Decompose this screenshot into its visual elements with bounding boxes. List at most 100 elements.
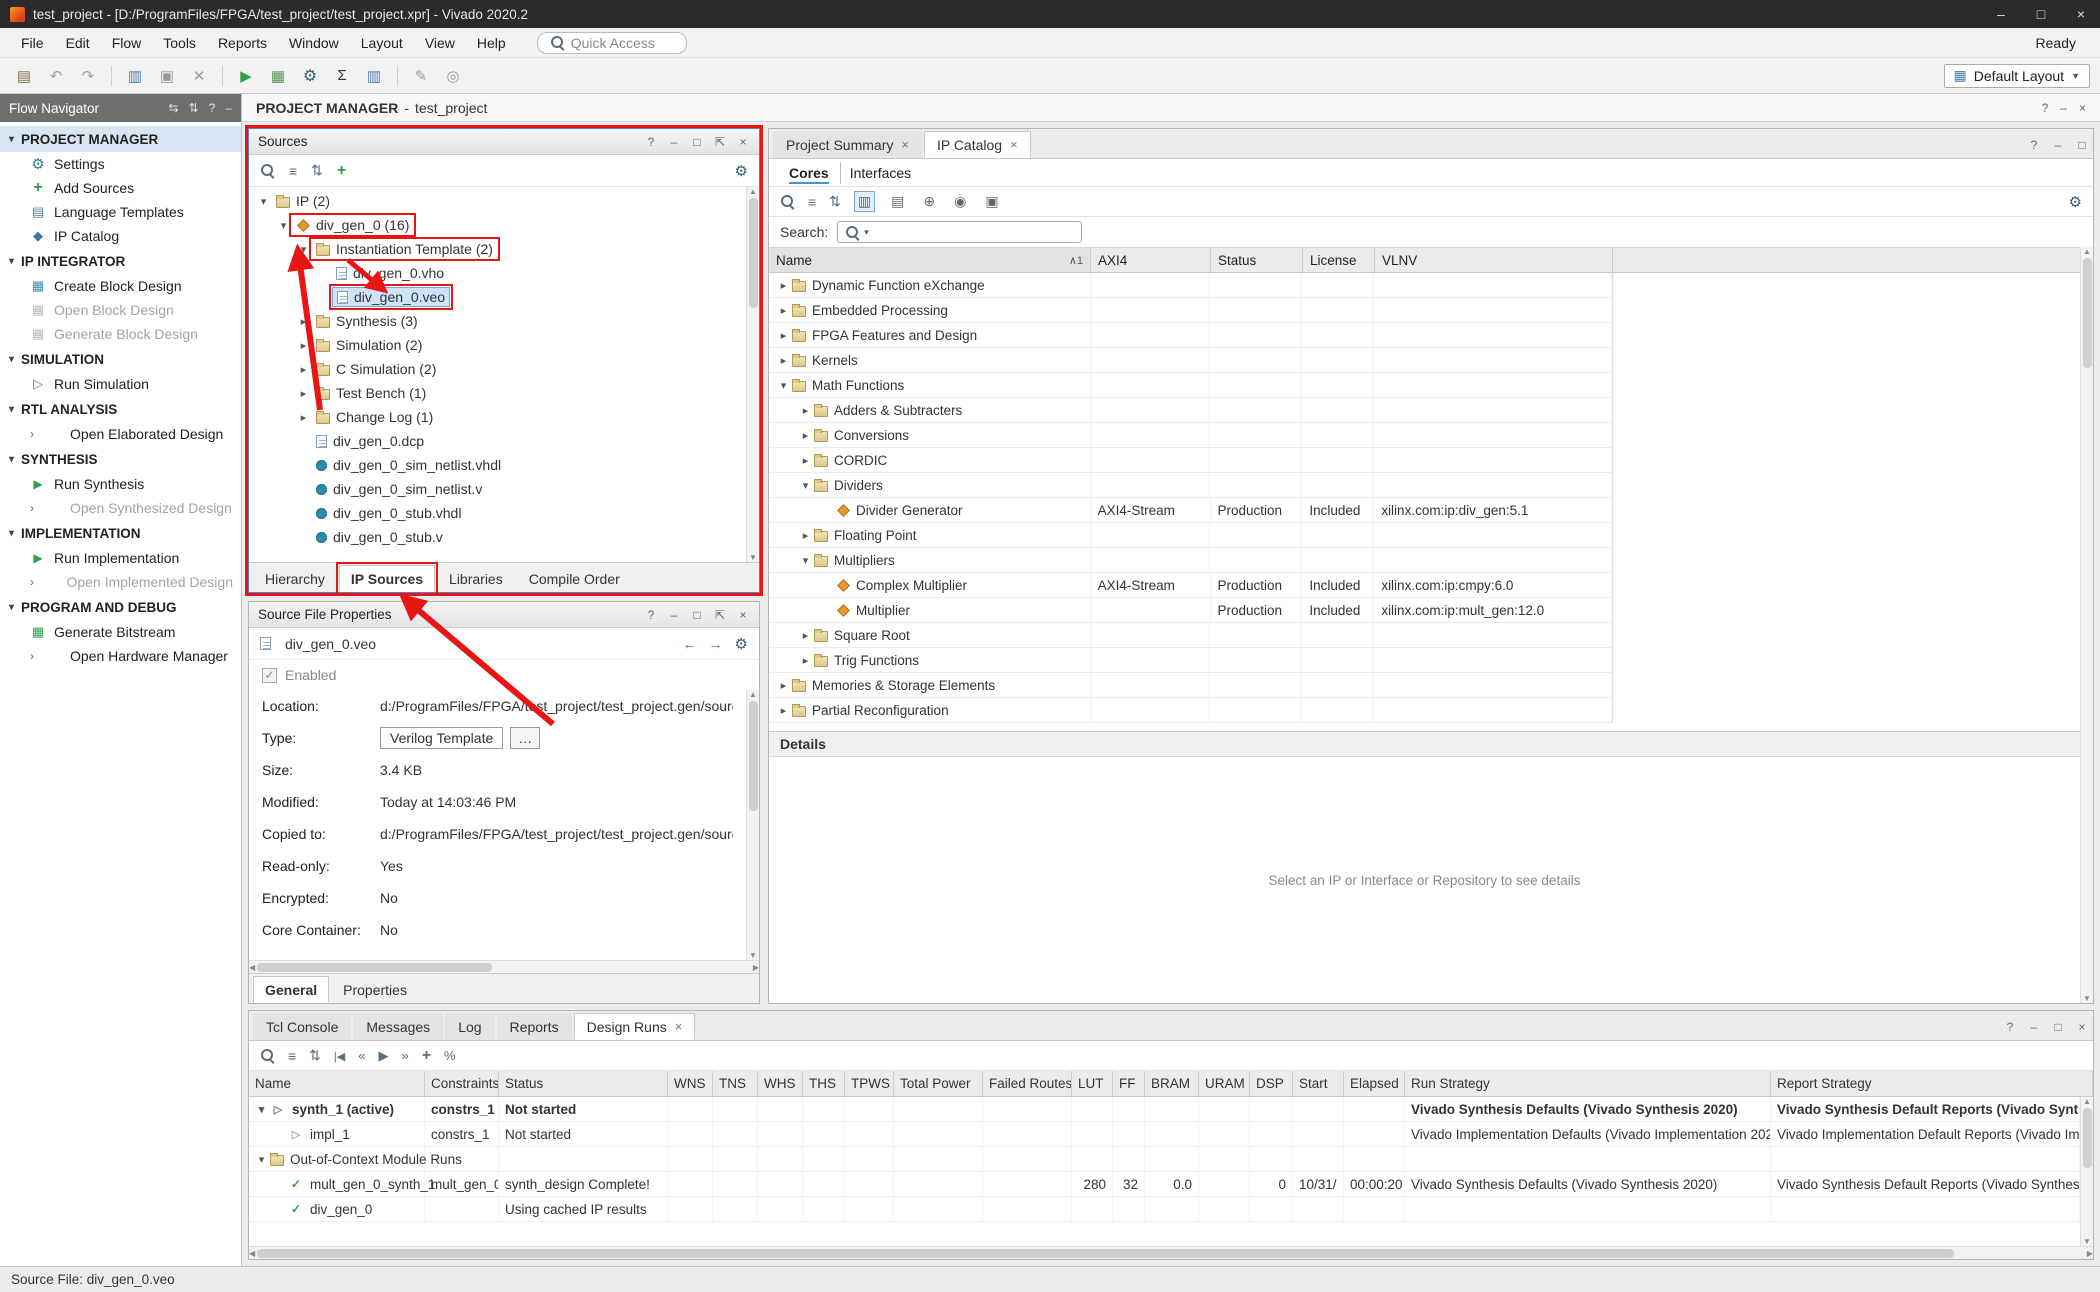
chevron-right-icon[interactable]: ▸ [295,411,312,424]
flownav-item-open-hardware-manager[interactable]: ›Open Hardware Manager [0,644,241,668]
close-icon[interactable]: × [675,1019,683,1034]
delete-icon[interactable] [185,63,213,89]
chevron-right-icon[interactable]: ▸ [775,279,792,292]
window-minimize-button[interactable]: – [1992,6,2010,22]
tree-row-div-gen-0-veo[interactable]: div_gen_0.veo [249,285,746,309]
column-header-status[interactable]: Status [499,1071,668,1096]
maximize-icon[interactable] [2051,1020,2065,1034]
tab-reports[interactable]: Reports [497,1013,572,1040]
chevron-right-icon[interactable]: ▸ [797,629,814,642]
ipcatalog-row-square-root[interactable]: ▸Square Root [769,623,1613,648]
flownav-item-run-simulation[interactable]: Run Simulation [0,372,241,396]
flownav-item-generate-bitstream[interactable]: Generate Bitstream [0,620,241,644]
tree-row-c-simulation-2[interactable]: ▸C Simulation (2) [249,357,746,381]
report-summary-icon[interactable] [328,63,356,89]
chevron-right-icon[interactable]: ▸ [797,529,814,542]
column-header-status[interactable]: Status [1211,248,1303,272]
ipcatalog-row-dividers[interactable]: ▾Dividers [769,473,1613,498]
horizontal-scrollbar[interactable]: ◀▶ [249,1246,2093,1259]
reports-icon[interactable] [360,63,388,89]
tree-row-div-gen-0-stub-v[interactable]: div_gen_0_stub.v [249,525,746,549]
chevron-right-icon[interactable]: ▸ [797,404,814,417]
tab-hierarchy[interactable]: Hierarchy [253,565,337,592]
tree-item-div-gen-0-16[interactable]: div_gen_0 (16) [292,216,413,234]
quick-access-box[interactable]: Quick Access [537,32,687,54]
chevron-right-icon[interactable]: ▸ [775,704,792,717]
close-icon[interactable] [736,135,750,149]
ipcatalog-row-fpga-features-and-design[interactable]: ▸FPGA Features and Design [769,323,1613,348]
flownav-section-program-and-debug[interactable]: ▾PROGRAM AND DEBUG [0,594,241,620]
view-options-icon[interactable] [982,192,1001,211]
column-header-vlnv[interactable]: VLNV [1375,248,1613,272]
tab-interfaces[interactable]: Interfaces [840,162,920,184]
settings-gear-icon[interactable] [735,635,748,653]
chevron-right-icon[interactable]: ▸ [775,304,792,317]
column-header-lut[interactable]: LUT [1072,1071,1113,1096]
chevron-right-icon[interactable]: ▸ [775,354,792,367]
search-icon[interactable] [260,163,275,178]
run-row-div-gen-0[interactable]: ✓div_gen_0Using cached IP results [249,1197,2080,1222]
add-sources-icon[interactable] [337,162,346,180]
float-icon[interactable] [713,135,727,149]
menu-item-edit[interactable]: Edit [55,31,101,55]
column-header-report-strategy[interactable]: Report Strategy [1771,1071,2093,1096]
collapse-all-icon[interactable] [289,163,297,179]
run-row-impl-1[interactable]: ▷impl_1constrs_1Not startedVivado Implem… [249,1122,2080,1147]
tree-row-test-bench-1[interactable]: ▸Test Bench (1) [249,381,746,405]
minimize-icon[interactable]: – [2060,101,2067,115]
tree-item-div-gen-0-vho[interactable]: div_gen_0.vho [332,264,448,282]
column-header-dsp[interactable]: DSP [1250,1071,1293,1096]
flownav-item-language-templates[interactable]: Language Templates [0,200,241,224]
swap-icon[interactable]: ⇆ [169,101,179,115]
help-icon[interactable] [644,608,658,622]
expand-all-icon[interactable] [829,193,841,210]
vertical-scrollbar[interactable]: ▲▼ [746,690,759,960]
close-icon[interactable] [736,608,750,622]
horizontal-scrollbar[interactable]: ◀▶ [249,960,759,973]
tree-row-div-gen-0-sim-netlist-vhdl[interactable]: div_gen_0_sim_netlist.vhdl [249,453,746,477]
run-icon[interactable] [232,63,260,89]
ipcatalog-row-math-functions[interactable]: ▾Math Functions [769,373,1613,398]
chevron-right-icon[interactable]: ▸ [797,429,814,442]
help-icon[interactable] [644,135,658,149]
tree-row-div-gen-0-stub-vhdl[interactable]: div_gen_0_stub.vhdl [249,501,746,525]
ipcatalog-row-cordic[interactable]: ▸CORDIC [769,448,1613,473]
column-header-total-power[interactable]: Total Power [894,1071,983,1096]
chevron-down-icon[interactable]: ▾ [255,195,272,208]
minimize-icon[interactable]: – [225,101,232,115]
settings-gear-icon[interactable] [2069,193,2082,211]
tree-row-change-log-1[interactable]: ▸Change Log (1) [249,405,746,429]
menu-item-help[interactable]: Help [466,31,517,55]
tree-item-div-gen-0-sim-netlist-vhdl[interactable]: div_gen_0_sim_netlist.vhdl [312,456,505,474]
tab-log[interactable]: Log [445,1013,494,1040]
window-maximize-button[interactable]: □ [2032,6,2050,22]
hierarchy-view-icon[interactable] [854,191,875,212]
maximize-icon[interactable] [690,135,704,149]
edit-icon[interactable] [407,63,435,89]
layout-selector[interactable]: Default Layout ▼ [1944,64,2090,88]
minimize-icon[interactable] [667,608,681,622]
chevron-right-icon[interactable]: ▸ [775,329,792,342]
flownav-item-run-implementation[interactable]: Run Implementation [0,546,241,570]
flat-view-icon[interactable] [888,192,907,211]
tree-row-div-gen-0-sim-netlist-v[interactable]: div_gen_0_sim_netlist.v [249,477,746,501]
close-icon[interactable] [2075,1020,2089,1034]
launch-runs-icon[interactable] [378,1048,388,1064]
tree-row-simulation-2[interactable]: ▸Simulation (2) [249,333,746,357]
column-header-bram[interactable]: BRAM [1145,1071,1199,1096]
forward-icon[interactable]: → [709,636,723,652]
ipcatalog-row-floating-point[interactable]: ▸Floating Point [769,523,1613,548]
column-header-wns[interactable]: WNS [668,1071,713,1096]
expand-all-icon[interactable] [311,162,323,179]
tree-item-synthesis-3[interactable]: Synthesis (3) [312,312,422,330]
help-icon[interactable]: ? [209,101,216,115]
tree-item-ip-2[interactable]: IP (2) [272,192,334,210]
ipcatalog-search-input[interactable]: ▾ [837,221,1082,243]
flownav-section-synthesis[interactable]: ▾SYNTHESIS [0,446,241,472]
column-header-start[interactable]: Start [1293,1071,1344,1096]
chevron-right-icon[interactable]: ▸ [295,315,312,328]
close-icon[interactable]: × [901,137,909,152]
column-header-tpws[interactable]: TPWS [845,1071,894,1096]
ellipsis-button[interactable]: … [510,727,540,749]
minimize-icon[interactable] [2027,1020,2041,1034]
